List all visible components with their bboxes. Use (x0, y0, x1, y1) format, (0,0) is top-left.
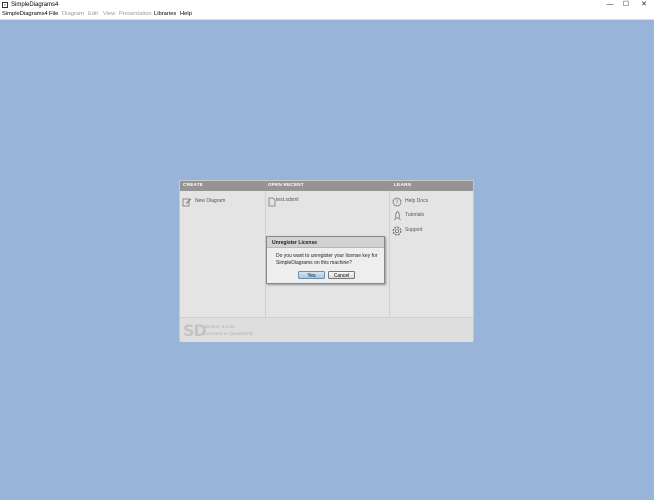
app-icon: ▪ (2, 2, 8, 8)
create-header: CREATE (183, 183, 203, 188)
new-diagram-button[interactable]: New Diagram (182, 197, 242, 207)
start-panel-header: CREATE OPEN RECENT LEARN (180, 181, 473, 191)
version-text: Version: 4.0.28 (204, 324, 235, 329)
help-docs-button[interactable]: ? Help Docs (392, 197, 452, 207)
sd-logo: SD (183, 321, 207, 340)
open-recent-header: OPEN RECENT (268, 183, 304, 188)
recent-file-label: test.sdxml (276, 197, 299, 203)
menu-help[interactable]: Help (180, 10, 192, 19)
dialog-header: Unregister License (267, 237, 384, 248)
support-icon (392, 226, 402, 236)
menu-view[interactable]: View (103, 10, 115, 19)
menu-edit[interactable]: Edit (88, 10, 98, 19)
menu-presentation[interactable]: Presentation (119, 10, 152, 19)
help-icon: ? (392, 197, 402, 207)
close-button[interactable]: ✕ (634, 0, 654, 10)
support-button[interactable]: Support (392, 226, 452, 236)
new-diagram-label: New Diagram (195, 198, 226, 204)
dialog-message: Do you want to unregister your license k… (276, 253, 378, 266)
tutorials-label: Tutorials (405, 212, 424, 218)
column-divider (389, 191, 390, 317)
menu-bar: SimpleDiagrams4 File Diagram Edit View P… (0, 10, 654, 20)
yes-button[interactable]: Yes (298, 271, 325, 279)
maximize-button[interactable]: ☐ (616, 0, 636, 10)
window-title: SimpleDiagrams4 (11, 1, 59, 8)
cancel-button[interactable]: Cancel (328, 271, 355, 279)
learn-header: LEARN (394, 183, 412, 188)
unregister-license-dialog: Unregister License Do you want to unregi… (266, 236, 385, 284)
svg-text:?: ? (395, 199, 398, 206)
menu-file[interactable]: File (49, 10, 58, 19)
menu-diagram[interactable]: Diagram (62, 10, 84, 19)
menu-simplediagrams4[interactable]: SimpleDiagrams4 (2, 10, 48, 19)
support-label: Support (405, 227, 423, 233)
recent-file-item[interactable]: test.sdxml (268, 197, 328, 207)
edit-document-icon (182, 198, 192, 207)
tutorials-button[interactable]: Tutorials (392, 211, 452, 221)
menu-libraries[interactable]: Libraries (154, 10, 176, 19)
file-icon (268, 197, 276, 207)
window-titlebar: ▪ SimpleDiagrams4 — ☐ ✕ (0, 0, 654, 10)
license-text: Licensed to: [Board649] (204, 331, 253, 336)
help-docs-label: Help Docs (405, 198, 429, 204)
start-panel-footer: SD Version: 4.0.28 Licensed to: [Board64… (180, 317, 473, 342)
dialog-title: Unregister License (272, 239, 318, 246)
rocket-icon (394, 211, 401, 221)
